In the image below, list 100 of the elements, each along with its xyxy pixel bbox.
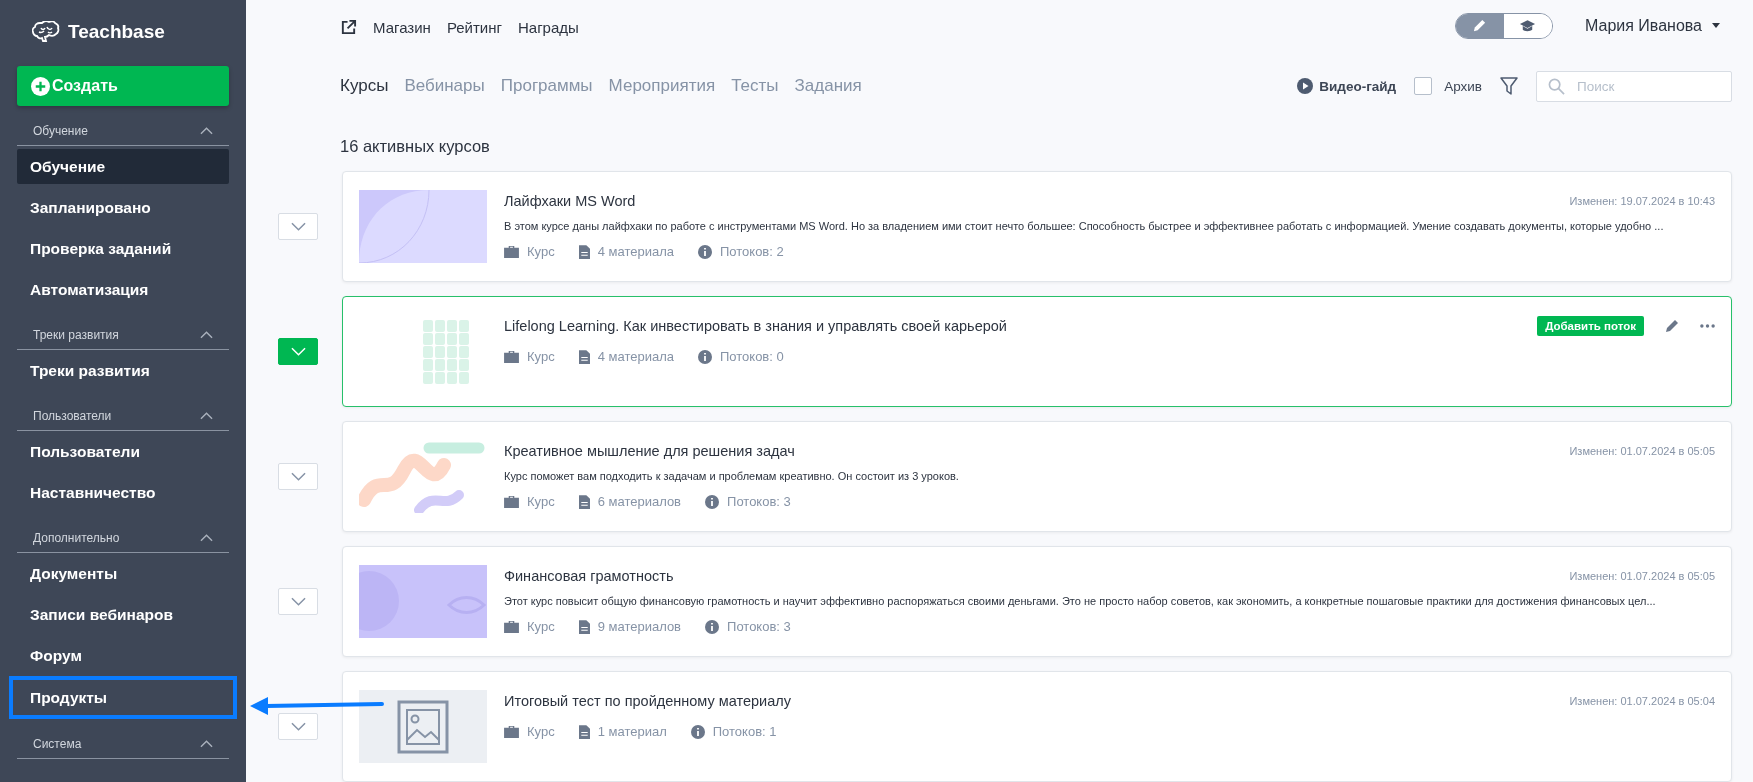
- info-icon: [705, 619, 720, 634]
- sidebar-item[interactable]: Наставничество: [17, 475, 229, 510]
- course-count: 16 активных курсов: [339, 135, 491, 157]
- modified-date: Изменен: 01.07.2024 в 05:05: [1569, 445, 1715, 457]
- streams-count: Потоков: 2: [720, 244, 784, 259]
- course-description: Этот курс повысит общую финансовую грамотность и научит эффективно распоряжаться своими деньгами. Это не просто набор советов, как экономить, а конкретные пошаговые практики для достижения финансовых цел...: [504, 595, 1657, 607]
- chevron-up-icon[interactable]: [200, 740, 213, 748]
- chevron-down-icon: [290, 347, 306, 356]
- course-type: Курс: [527, 349, 555, 364]
- course-card[interactable]: Итоговый тест по пройденному материалу Изменен: 01.07.2024 в 05:04 Курс 1 материал Потоков: 1: [342, 671, 1732, 782]
- chevron-down-icon: [290, 222, 306, 231]
- course-card[interactable]: Креативное мышление для решения задач Изменен: 01.07.2024 в 05:05 Курс поможет вам подходить к задачам и проблемам креативно. Он состоит из 3 уроков. Курс 6 материалов Потоков: 3: [342, 421, 1732, 532]
- graduation-cap-icon: [1519, 18, 1537, 33]
- section-title: Пользователи: [33, 409, 112, 423]
- user-menu[interactable]: Мария Иванова: [1578, 15, 1726, 36]
- modified-date: Изменен: 19.07.2024 в 10:43: [1569, 195, 1715, 207]
- archive-label: Архив: [1444, 79, 1482, 94]
- course-description: В этом курсе даны лайфхаки по работе с инструментами MS Word. Но за владением ими стоит нечто большее: Способность быстрее и эффективнее работать с информацией. Умение создавать документы, которые удобно ...: [504, 220, 1665, 232]
- course-title[interactable]: Финансовая грамотность: [504, 568, 674, 584]
- sidebar-item[interactable]: Продукты: [17, 680, 229, 715]
- briefcase-icon: [504, 725, 519, 738]
- course-thumbnail-drawing: [423, 319, 469, 384]
- sidebar-item[interactable]: Записи вебинаров: [17, 597, 229, 632]
- course-card[interactable]: Lifelong Learning. Как инвестировать в знания и управлять своей карьерой Добавить поток Курс 4 материала Потоков: 0: [342, 296, 1732, 407]
- tab[interactable]: Курсы: [340, 76, 389, 97]
- course-type: Курс: [527, 724, 555, 739]
- materials-count: 6 материалов: [597, 494, 682, 509]
- materials-count: 4 материала: [597, 244, 674, 259]
- pencil-icon[interactable]: [1664, 318, 1680, 334]
- caret-icon: [1712, 23, 1720, 29]
- chevron-down-icon: [290, 472, 306, 481]
- pencil-icon: [1472, 18, 1488, 34]
- info-icon: [698, 244, 712, 259]
- streams-count: Потоков: 3: [727, 494, 791, 509]
- archive-checkbox[interactable]: [1414, 77, 1433, 96]
- course-type: Курс: [527, 244, 555, 259]
- sidebar-item[interactable]: Форум: [17, 638, 229, 673]
- search-field[interactable]: Поиск: [1536, 71, 1732, 102]
- edit-mode-button[interactable]: [1455, 13, 1504, 38]
- course-type: Курс: [527, 619, 555, 634]
- top-link[interactable]: Рейтинг: [446, 19, 502, 37]
- course-description: Курс поможет вам подходить к задачам и проблемам креативно. Он состоит из 3 уроков.: [504, 470, 960, 482]
- logo-text: Teachbase: [68, 21, 165, 43]
- materials-count: 4 материала: [597, 349, 674, 364]
- document-icon: [578, 244, 590, 259]
- section-title: Треки развития: [33, 328, 119, 342]
- modified-date: Изменен: 01.07.2024 в 05:05: [1569, 570, 1715, 582]
- course-title[interactable]: Итоговый тест по пройденному материалу: [504, 693, 791, 709]
- chevron-up-icon[interactable]: [200, 412, 213, 420]
- chevron-down-icon: [290, 597, 306, 606]
- search-icon: [1548, 78, 1565, 95]
- materials-count: 9 материалов: [597, 619, 682, 634]
- info-icon: [705, 494, 720, 509]
- chevron-up-icon[interactable]: [200, 534, 213, 542]
- chevron-down-icon: [290, 722, 306, 731]
- modified-date: Изменен: 01.07.2024 в 05:04: [1569, 695, 1715, 707]
- external-link-icon[interactable]: [340, 19, 357, 37]
- play-icon: [1297, 78, 1314, 95]
- chevron-up-icon[interactable]: [200, 127, 213, 135]
- document-icon: [578, 724, 590, 739]
- more-icon[interactable]: [1700, 324, 1715, 328]
- course-title[interactable]: Lifelong Learning. Как инвестировать в знания и управлять своей карьерой: [504, 318, 1007, 334]
- course-type: Курс: [527, 494, 555, 509]
- expand-toggle[interactable]: [278, 338, 318, 365]
- section-title: Обучение: [33, 124, 88, 138]
- streams-count: Потоков: 3: [727, 619, 791, 634]
- sidebar-item[interactable]: Треки развития: [17, 353, 229, 388]
- sidebar-item[interactable]: Запланировано: [17, 190, 229, 225]
- top-link[interactable]: Магазин: [373, 19, 431, 37]
- briefcase-icon: [504, 620, 519, 633]
- learn-mode-button[interactable]: [1503, 13, 1552, 38]
- document-icon: [578, 494, 590, 509]
- brain-logo-icon: [32, 21, 60, 43]
- course-card[interactable]: [342, 171, 1732, 282]
- info-icon: [690, 724, 705, 739]
- streams-count: Потоков: 1: [712, 724, 777, 739]
- image-placeholder-icon: [359, 690, 487, 763]
- streams-count: Потоков: 0: [720, 349, 784, 364]
- document-icon: [578, 619, 590, 634]
- chevron-up-icon[interactable]: [200, 331, 213, 339]
- plus-circle-icon: [31, 76, 50, 96]
- top-link[interactable]: Награды: [517, 19, 579, 37]
- filter-icon[interactable]: [1500, 77, 1518, 96]
- sidebar-item[interactable]: Проверка заданий: [17, 231, 229, 266]
- course-title[interactable]: Лайфхаки MS Word: [504, 193, 636, 209]
- course-card[interactable]: [342, 546, 1732, 657]
- section-title: Система: [33, 737, 82, 751]
- section-title: Дополнительно: [33, 531, 120, 545]
- video-guide-link[interactable]: Видео-гайд: [1297, 78, 1397, 95]
- sidebar-item[interactable]: Документы: [17, 556, 229, 591]
- briefcase-icon: [504, 495, 519, 508]
- materials-count: 1 материал: [597, 724, 667, 739]
- briefcase-icon: [504, 245, 519, 258]
- course-title[interactable]: Креативное мышление для решения задач: [504, 443, 795, 459]
- briefcase-icon: [504, 350, 519, 363]
- sidebar-item[interactable]: Обучение: [17, 149, 229, 184]
- document-icon: [578, 349, 590, 364]
- sidebar-item[interactable]: Пользователи: [17, 434, 229, 469]
- sidebar-item[interactable]: Автоматизация: [17, 272, 229, 307]
- info-icon: [698, 349, 712, 364]
